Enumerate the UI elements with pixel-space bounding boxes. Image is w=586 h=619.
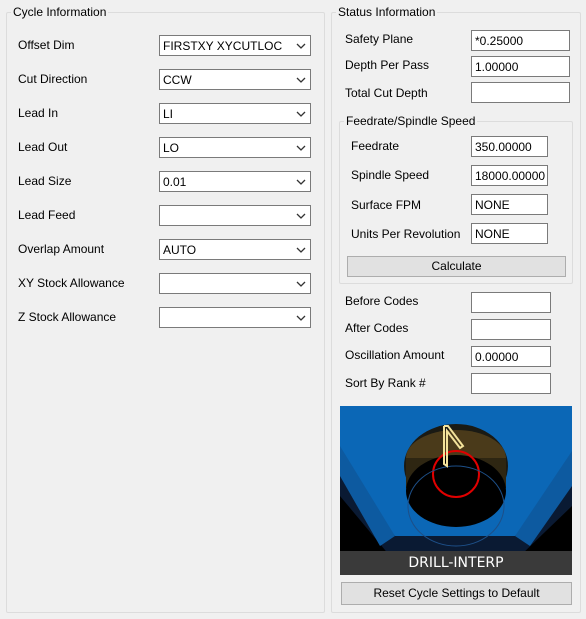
reset-cycle-settings-button[interactable]: Reset Cycle Settings to Default — [341, 582, 572, 605]
xy-stock-allowance-select[interactable] — [159, 273, 311, 294]
feedrate-spindle-title: Feedrate/Spindle Speed — [344, 114, 478, 128]
cut-direction-label: Cut Direction — [18, 72, 88, 86]
surface-fpm-label: Surface FPM — [351, 198, 422, 212]
units-per-revolution-label: Units Per Revolution — [351, 227, 461, 241]
lead-out-label: Lead Out — [18, 140, 68, 154]
cycle-information-title: Cycle Information — [11, 5, 109, 19]
depth-per-pass-label: Depth Per Pass — [345, 58, 430, 72]
total-cut-depth-input[interactable] — [471, 82, 570, 103]
chevron-down-icon — [296, 77, 306, 83]
after-codes-label: After Codes — [345, 321, 409, 335]
chevron-down-icon — [296, 315, 306, 321]
status-information-title: Status Information — [336, 5, 438, 19]
feedrate-input[interactable]: 350.00000 — [471, 136, 548, 157]
calculate-button[interactable]: Calculate — [347, 256, 566, 277]
safety-plane-input[interactable]: *0.25000 — [471, 30, 570, 51]
z-stock-allowance-select[interactable] — [159, 307, 311, 328]
sort-by-rank-input[interactable] — [471, 373, 551, 394]
before-codes-input[interactable] — [471, 292, 551, 313]
safety-plane-label: Safety Plane — [345, 32, 414, 46]
preview-caption: DRILL-INTERP — [408, 555, 504, 571]
lead-feed-label: Lead Feed — [18, 208, 76, 222]
offset-dim-select[interactable]: FIRSTXY XYCUTLOC — [159, 35, 311, 56]
chevron-down-icon — [296, 111, 306, 117]
chevron-down-icon — [296, 281, 306, 287]
oscillation-amount-value: 0.00000 — [475, 350, 519, 364]
total-cut-depth-label: Total Cut Depth — [345, 86, 428, 100]
feedrate-label: Feedrate — [351, 139, 400, 153]
drill-interp-illustration — [340, 406, 572, 575]
spindle-speed-label: Spindle Speed — [351, 168, 430, 182]
lead-in-value: LI — [163, 107, 174, 121]
offset-dim-value: FIRSTXY XYCUTLOC — [163, 39, 283, 53]
cycle-preview-image: DRILL-INTERP — [340, 406, 572, 575]
lead-size-label: Lead Size — [18, 174, 72, 188]
z-stock-allowance-label: Z Stock Allowance — [18, 310, 117, 324]
feedrate-value: 350.00000 — [475, 140, 532, 154]
lead-size-value: 0.01 — [163, 175, 187, 189]
surface-fpm-value: NONE — [475, 198, 510, 212]
sort-by-rank-label: Sort By Rank # — [345, 376, 426, 390]
chevron-down-icon — [296, 43, 306, 49]
depth-per-pass-input[interactable]: 1.00000 — [471, 56, 570, 77]
lead-feed-select[interactable] — [159, 205, 311, 226]
oscillation-amount-input[interactable]: 0.00000 — [471, 346, 551, 367]
lead-in-select[interactable]: LI — [159, 103, 311, 124]
units-per-revolution-input[interactable]: NONE — [471, 223, 548, 244]
lead-size-select[interactable]: 0.01 — [159, 171, 311, 192]
xy-stock-allowance-label: XY Stock Allowance — [18, 276, 125, 290]
chevron-down-icon — [296, 247, 306, 253]
spindle-speed-input[interactable]: 18000.00000 — [471, 165, 548, 186]
offset-dim-label: Offset Dim — [18, 38, 75, 52]
lead-out-value: LO — [163, 141, 180, 155]
overlap-amount-select[interactable]: AUTO — [159, 239, 311, 260]
after-codes-input[interactable] — [471, 319, 551, 340]
depth-per-pass-value: 1.00000 — [475, 60, 519, 74]
units-per-revolution-value: NONE — [475, 227, 510, 241]
lead-in-label: Lead In — [18, 106, 59, 120]
chevron-down-icon — [296, 179, 306, 185]
safety-plane-value: *0.25000 — [475, 34, 524, 48]
lead-out-select[interactable]: LO — [159, 137, 311, 158]
before-codes-label: Before Codes — [345, 294, 419, 308]
surface-fpm-input[interactable]: NONE — [471, 194, 548, 215]
chevron-down-icon — [296, 213, 306, 219]
overlap-amount-value: AUTO — [163, 243, 197, 257]
chevron-down-icon — [296, 145, 306, 151]
oscillation-amount-label: Oscillation Amount — [345, 348, 445, 362]
spindle-speed-value: 18000.00000 — [475, 169, 546, 183]
cut-direction-value: CCW — [163, 73, 192, 87]
cut-direction-select[interactable]: CCW — [159, 69, 311, 90]
overlap-amount-label: Overlap Amount — [18, 242, 105, 256]
